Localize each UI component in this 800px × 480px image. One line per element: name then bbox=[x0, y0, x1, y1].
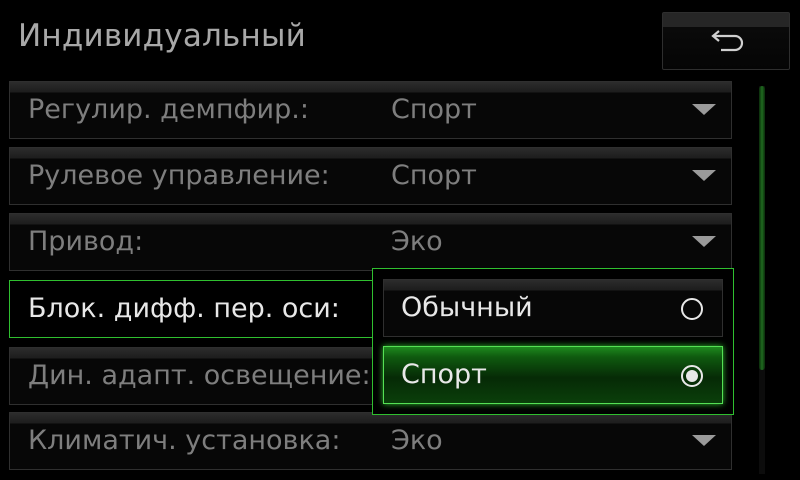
setting-value: Эко bbox=[391, 226, 443, 257]
back-button[interactable] bbox=[662, 12, 790, 70]
setting-label: Дин. адапт. освещение: bbox=[28, 360, 371, 391]
option-label: Спорт bbox=[401, 359, 487, 390]
scrollbar[interactable] bbox=[759, 86, 765, 474]
setting-label: Привод: bbox=[28, 226, 144, 257]
setting-label: Рулевое управление: bbox=[28, 160, 330, 191]
setting-row-climate[interactable]: Климатич. установка: Эко bbox=[9, 412, 732, 470]
dropdown-arrow-icon[interactable] bbox=[692, 435, 716, 446]
dropdown-arrow-icon[interactable] bbox=[692, 104, 716, 115]
option-sport[interactable]: Спорт bbox=[383, 346, 723, 404]
setting-label: Климатич. установка: bbox=[28, 425, 341, 456]
option-normal[interactable]: Обычный bbox=[383, 279, 723, 337]
page-title: Индивидуальный bbox=[18, 18, 307, 54]
setting-row-damper[interactable]: Регулир. демпфир.: Спорт bbox=[9, 81, 732, 139]
option-label: Обычный bbox=[401, 292, 533, 323]
setting-label: Блок. дифф. пер. оси: bbox=[28, 293, 340, 324]
setting-value: Спорт bbox=[391, 160, 477, 191]
setting-label: Регулир. демпфир.: bbox=[28, 94, 309, 125]
back-arrow-icon bbox=[711, 30, 744, 52]
setting-row-drive[interactable]: Привод: Эко bbox=[9, 213, 732, 271]
setting-row-steering[interactable]: Рулевое управление: Спорт bbox=[9, 147, 732, 205]
dropdown-arrow-icon[interactable] bbox=[692, 236, 716, 247]
setting-value: Спорт bbox=[391, 94, 477, 125]
setting-value: Эко bbox=[391, 425, 443, 456]
scrollbar-thumb[interactable] bbox=[759, 86, 765, 370]
radio-unchecked-icon[interactable] bbox=[681, 298, 703, 320]
radio-checked-icon[interactable] bbox=[681, 365, 703, 387]
dropdown-menu: Обычный Спорт bbox=[372, 268, 734, 415]
dropdown-arrow-icon[interactable] bbox=[692, 170, 716, 181]
